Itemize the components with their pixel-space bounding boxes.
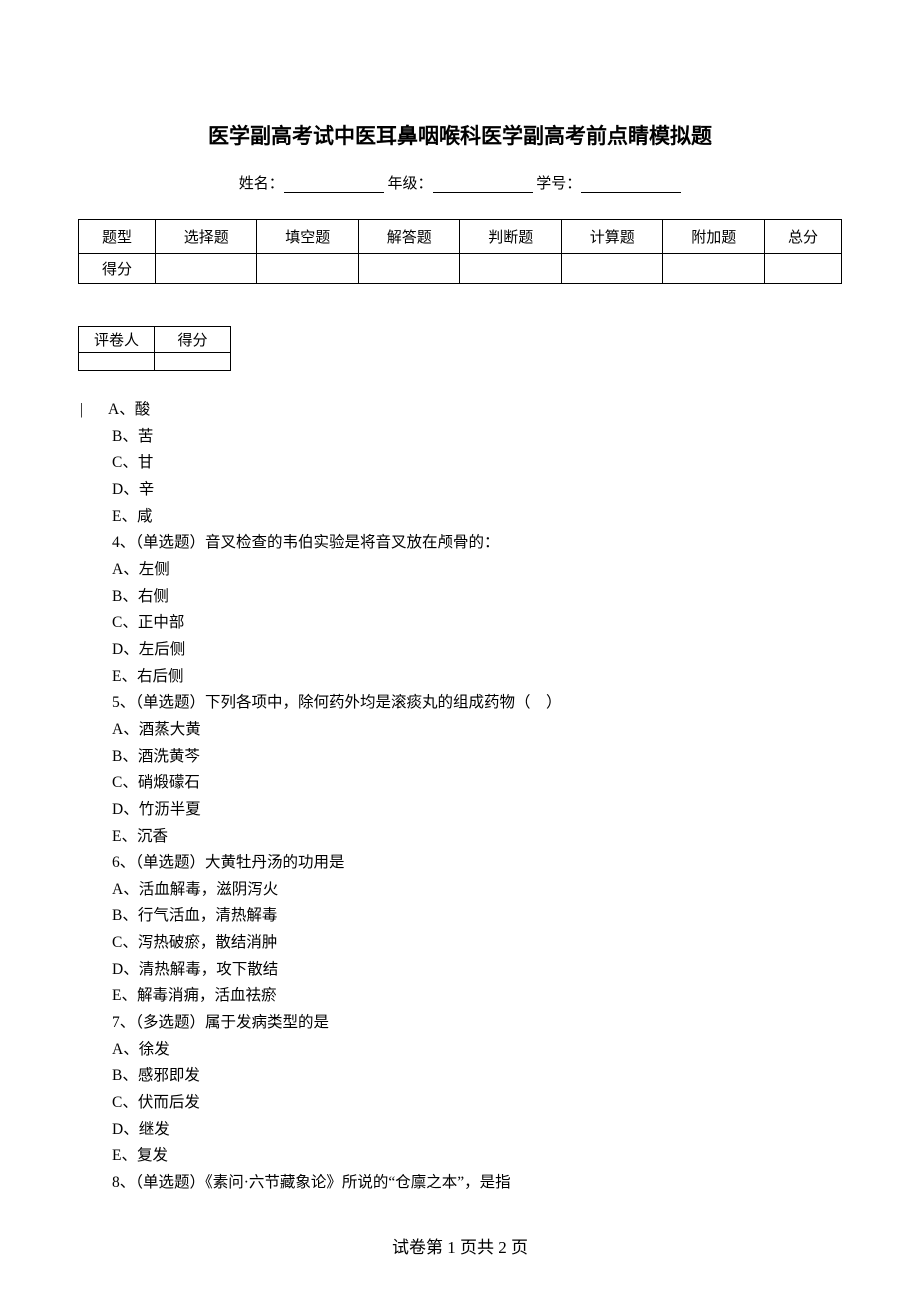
grader-body-row [79, 353, 231, 371]
student-info-line: 姓名： 年级： 学号： [78, 172, 842, 193]
grader-header-row: 评卷人 得分 [79, 327, 231, 353]
question-content: |A、酸B、苦C、甘D、辛E、咸4、（单选题）音叉检查的韦伯实验是将音叉放在颅骨… [78, 397, 842, 1197]
grader-header-cell: 评卷人 [79, 327, 155, 353]
score-cell [155, 254, 257, 284]
content-line: A、活血解毒，滋阴泻火 [80, 877, 842, 904]
content-line: B、酒洗黄芩 [80, 744, 842, 771]
content-line: C、甘 [80, 450, 842, 477]
name-label: 姓名： [239, 176, 284, 192]
score-header-cell: 选择题 [155, 220, 257, 254]
content-line: E、右后侧 [80, 664, 842, 691]
vbar-mark: | [80, 397, 108, 424]
id-blank [581, 177, 681, 193]
score-cell [257, 254, 359, 284]
page-footer: 试卷第 1 页共 2 页 [0, 1233, 920, 1258]
content-line: E、沉香 [80, 824, 842, 851]
name-blank [284, 177, 384, 193]
grade-label: 年级： [387, 176, 432, 192]
content-line: B、苦 [80, 424, 842, 451]
content-line: C、泻热破瘀，散结消肿 [80, 930, 842, 957]
content-line: D、左后侧 [80, 637, 842, 664]
score-header-cell: 计算题 [561, 220, 663, 254]
content-line: 5、（单选题）下列各项中，除何药外均是滚痰丸的组成药物（ ） [80, 690, 842, 717]
content-line: B、感邪即发 [80, 1063, 842, 1090]
grader-table: 评卷人 得分 [78, 326, 231, 371]
score-table-header-row: 题型 选择题 填空题 解答题 判断题 计算题 附加题 总分 [79, 220, 842, 254]
score-table: 题型 选择题 填空题 解答题 判断题 计算题 附加题 总分 得分 [78, 219, 842, 284]
score-header-cell: 判断题 [460, 220, 562, 254]
score-header-cell: 题型 [79, 220, 156, 254]
score-header-cell: 填空题 [257, 220, 359, 254]
content-line: C、硝煅礞石 [80, 770, 842, 797]
grader-cell [79, 353, 155, 371]
content-line: E、咸 [80, 504, 842, 531]
score-header-cell: 附加题 [663, 220, 765, 254]
score-cell [764, 254, 841, 284]
content-line: B、行气活血，清热解毒 [80, 903, 842, 930]
score-cell [460, 254, 562, 284]
grade-blank [433, 177, 533, 193]
score-cell [663, 254, 765, 284]
content-line: 4、（单选题）音叉检查的韦伯实验是将音叉放在颅骨的： [80, 530, 842, 557]
score-cell [358, 254, 460, 284]
content-text: A、酸 [108, 401, 150, 418]
content-line: 8、（单选题）《素问·六节藏象论》所说的“仓廪之本”，是指 [80, 1170, 842, 1197]
content-line: A、酒蒸大黄 [80, 717, 842, 744]
score-header-cell: 解答题 [358, 220, 460, 254]
score-row-label: 得分 [79, 254, 156, 284]
content-line: E、解毒消痈，活血祛瘀 [80, 983, 842, 1010]
content-line: 7、（多选题）属于发病类型的是 [80, 1010, 842, 1037]
content-line: C、伏而后发 [80, 1090, 842, 1117]
content-line: B、右侧 [80, 584, 842, 611]
score-cell [561, 254, 663, 284]
content-line: D、清热解毒，攻下散结 [80, 957, 842, 984]
content-line: C、正中部 [80, 610, 842, 637]
score-header-cell: 总分 [764, 220, 841, 254]
content-line: D、继发 [80, 1117, 842, 1144]
content-line: A、左侧 [80, 557, 842, 584]
content-line: |A、酸 [80, 397, 842, 424]
content-line: D、竹沥半夏 [80, 797, 842, 824]
content-line: 6、（单选题）大黄牡丹汤的功用是 [80, 850, 842, 877]
content-line: A、徐发 [80, 1037, 842, 1064]
id-label: 学号： [536, 176, 581, 192]
grader-header-cell: 得分 [155, 327, 231, 353]
content-line: D、辛 [80, 477, 842, 504]
grader-cell [155, 353, 231, 371]
score-table-body-row: 得分 [79, 254, 842, 284]
exam-title: 医学副高考试中医耳鼻咽喉科医学副高考前点睛模拟题 [78, 120, 842, 150]
content-line: E、复发 [80, 1143, 842, 1170]
